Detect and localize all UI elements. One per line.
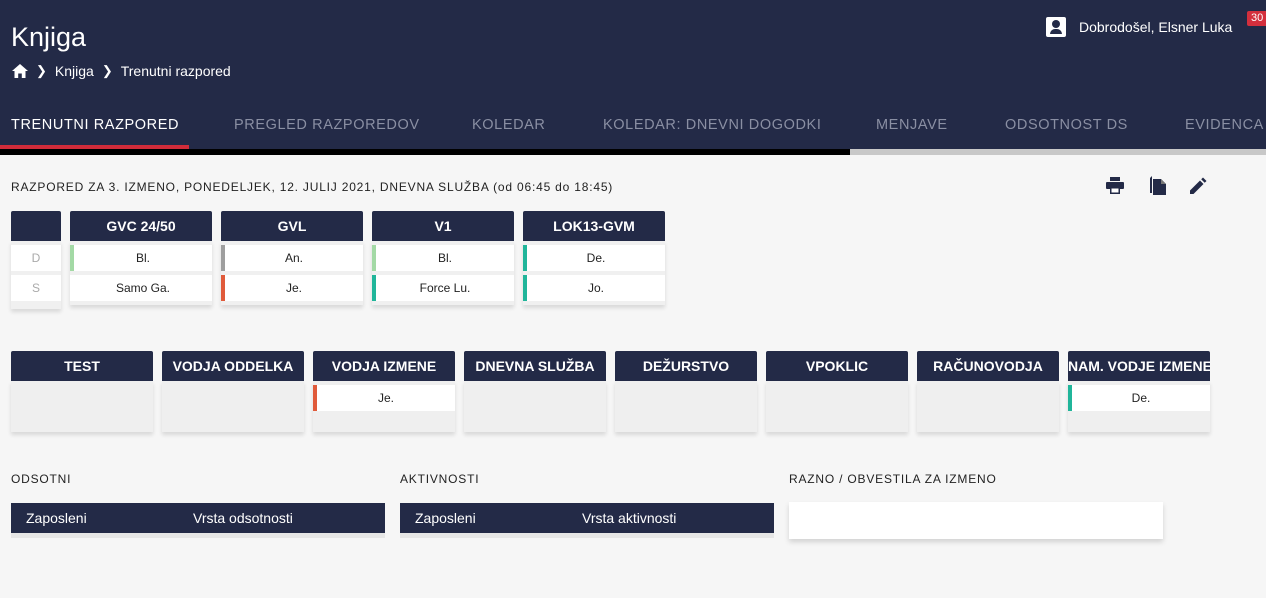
- role-column-header: DEŽURSTVO: [615, 351, 757, 381]
- role-column: TEST: [11, 351, 153, 432]
- schedule-column-body: Bl. Force Lu.: [372, 241, 514, 305]
- role-column-header: NAM. VODJE IZMENE: [1068, 351, 1210, 381]
- user-greeting: Dobrodošel, Elsner Luka: [1079, 19, 1233, 35]
- tabs-scrollbar-thumb[interactable]: [0, 149, 850, 155]
- active-tab-indicator: [0, 145, 189, 149]
- activities-table-header: Zaposleni Vrsta aktivnosti: [400, 503, 774, 533]
- account-icon: [1046, 17, 1066, 37]
- schedule-column-body: An. Je.: [221, 241, 363, 305]
- breadcrumb-item-current: Trenutni razpored: [120, 63, 231, 79]
- role-cell[interactable]: Je.: [313, 385, 455, 411]
- activities-table-body: [400, 533, 774, 538]
- schedule-column-header: GVC 24/50: [70, 211, 212, 241]
- schedule-cell[interactable]: Bl.: [70, 245, 212, 271]
- schedule-column-header: V1: [372, 211, 514, 241]
- schedule-cell[interactable]: Samo Ga.: [70, 275, 212, 301]
- schedule-column-body: Bl. Samo Ga.: [70, 241, 212, 305]
- schedule-column-header: GVL: [221, 211, 363, 241]
- role-column-body: [11, 381, 153, 432]
- schedule-column: V1 Bl. Force Lu.: [372, 211, 514, 305]
- role-column: NAM. VODJE IZMENE De.: [1068, 351, 1210, 432]
- schedule-column: GVC 24/50 Bl. Samo Ga.: [70, 211, 212, 305]
- activities-col-type[interactable]: Vrsta aktivnosti: [582, 503, 676, 533]
- absent-table-body: [11, 533, 385, 538]
- role-column-body: [162, 381, 304, 432]
- activities-title: AKTIVNOSTI: [400, 472, 480, 486]
- copy-icon[interactable]: [1148, 175, 1168, 195]
- role-column-header: VPOKLIC: [766, 351, 908, 381]
- tab-pregled-razporedov[interactable]: PREGLED RAZPOREDOV: [234, 112, 420, 149]
- schedule-cell[interactable]: Bl.: [372, 245, 514, 271]
- main-tabs: TRENUTNI RAZPORED PREGLED RAZPOREDOV KOL…: [0, 112, 1266, 152]
- chevron-right-icon: ❯: [101, 63, 113, 78]
- schedule-cell[interactable]: An.: [221, 245, 363, 271]
- row-label-d: D: [11, 245, 61, 271]
- tab-odsotnost-ds[interactable]: ODSOTNOST DS: [1005, 112, 1128, 149]
- role-column-header: VODJA IZMENE: [313, 351, 455, 381]
- role-column-body: [766, 381, 908, 432]
- absent-col-type[interactable]: Vrsta odsotnosti: [193, 503, 293, 533]
- schedule-cell[interactable]: Jo.: [523, 275, 665, 301]
- notes-box[interactable]: [789, 502, 1163, 539]
- page-title: Knjiga: [11, 22, 87, 52]
- absent-col-employee[interactable]: Zaposleni: [26, 503, 87, 533]
- schedule-cell[interactable]: De.: [523, 245, 665, 271]
- role-column-body: [464, 381, 606, 432]
- role-column: RAČUNOVODJA: [917, 351, 1059, 432]
- role-column-header: RAČUNOVODJA: [917, 351, 1059, 381]
- home-icon[interactable]: [12, 64, 28, 78]
- role-column-body: [615, 381, 757, 432]
- edit-icon[interactable]: [1188, 175, 1208, 195]
- role-column: DEŽURSTVO: [615, 351, 757, 432]
- role-column: DNEVNA SLUŽBA: [464, 351, 606, 432]
- absent-title: ODSOTNI: [11, 472, 72, 486]
- shift-label-column: D S: [11, 211, 61, 309]
- activities-col-employee[interactable]: Zaposleni: [415, 503, 476, 533]
- role-column: VPOKLIC: [766, 351, 908, 432]
- breadcrumb-item-knjiga[interactable]: Knjiga: [55, 63, 94, 79]
- user-menu[interactable]: Dobrodošel, Elsner Luka: [1046, 17, 1232, 37]
- tab-trenutni-razpored[interactable]: TRENUTNI RAZPORED: [11, 112, 179, 149]
- chevron-right-icon: ❯: [36, 63, 47, 78]
- schedule-cell[interactable]: Force Lu.: [372, 275, 514, 301]
- role-column: VODJA ODDELKA: [162, 351, 304, 432]
- schedule-column: LOK13-GVM De. Jo.: [523, 211, 665, 305]
- role-cell[interactable]: De.: [1068, 385, 1210, 411]
- schedule-title: RAZPORED ZA 3. IZMENO, PONEDELJEK, 12. J…: [11, 180, 614, 194]
- notes-title: RAZNO / OBVESTILA ZA IZMENO: [789, 472, 997, 486]
- schedule-column: GVL An. Je.: [221, 211, 363, 305]
- role-column-header: TEST: [11, 351, 153, 381]
- role-column-body: De.: [1068, 381, 1210, 432]
- tab-evidenca[interactable]: EVIDENCA: [1185, 112, 1264, 149]
- absent-table-header: Zaposleni Vrsta odsotnosti: [11, 503, 385, 533]
- tab-menjave[interactable]: MENJAVE: [876, 112, 948, 149]
- tab-koledar-dnevni-dogodki[interactable]: KOLEDAR: DNEVNI DOGODKI: [603, 112, 821, 149]
- schedule-column-header: LOK13-GVM: [523, 211, 665, 241]
- row-label-s: S: [11, 275, 61, 301]
- shift-label-header: [11, 211, 61, 241]
- print-icon[interactable]: [1105, 175, 1125, 195]
- notification-badge[interactable]: 30: [1247, 11, 1266, 26]
- schedule-cell[interactable]: Je.: [221, 275, 363, 301]
- role-column-body: [917, 381, 1059, 432]
- role-column-header: DNEVNA SLUŽBA: [464, 351, 606, 381]
- role-column-body: Je.: [313, 381, 455, 432]
- role-column-header: VODJA ODDELKA: [162, 351, 304, 381]
- tab-koledar[interactable]: KOLEDAR: [472, 112, 546, 149]
- role-column: VODJA IZMENE Je.: [313, 351, 455, 432]
- schedule-column-body: De. Jo.: [523, 241, 665, 305]
- breadcrumb: ❯ Knjiga ❯ Trenutni razpored: [12, 63, 231, 79]
